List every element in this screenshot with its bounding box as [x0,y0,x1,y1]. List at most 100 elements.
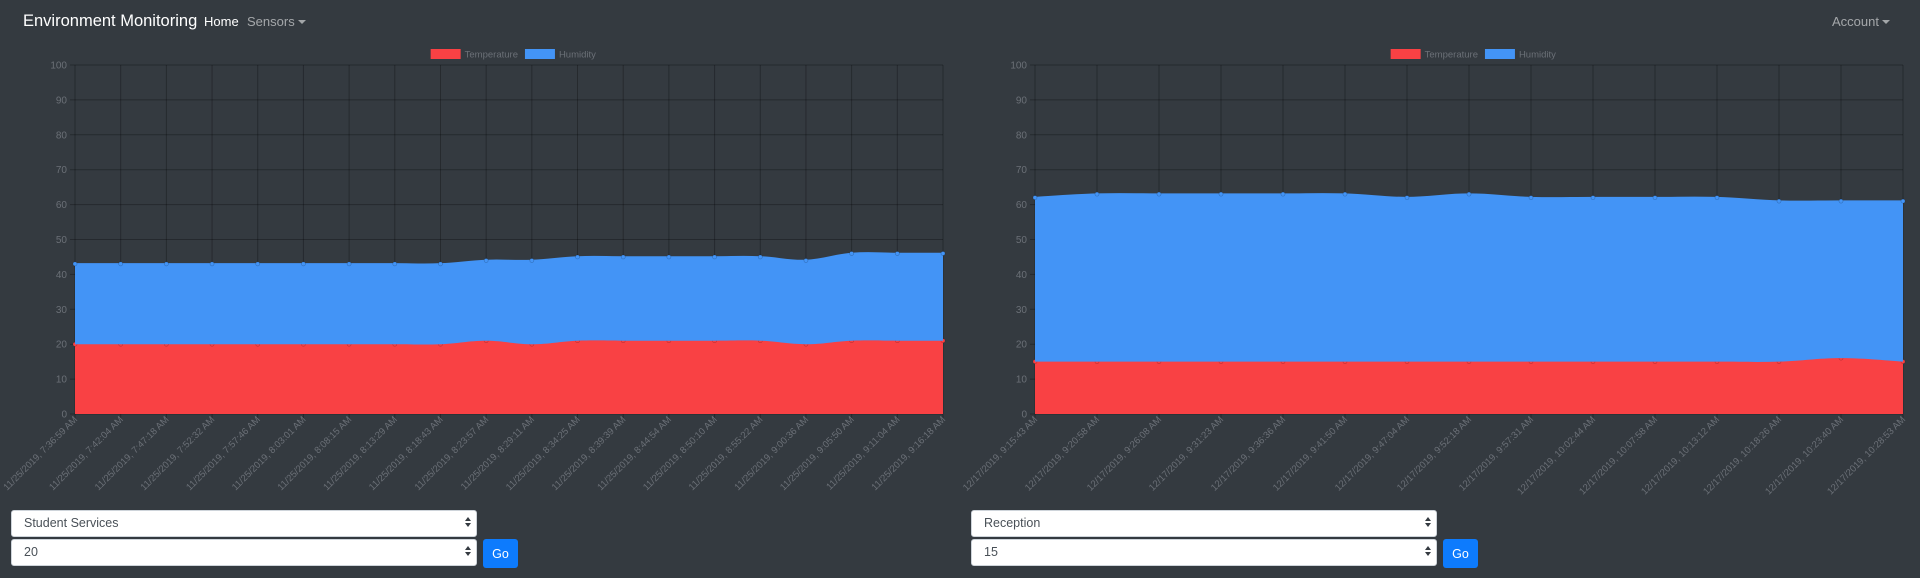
y-tick-label: 100 [1010,61,1027,72]
nav-sensors-dropdown[interactable]: Sensors [247,14,306,29]
data-point-humidity [1342,191,1348,197]
controls-left: Student Services 20 Go [11,510,571,574]
y-tick-label: 50 [1016,235,1028,246]
count-select[interactable]: 15 [971,539,1437,566]
x-tick-label: 11/25/2019, 7:57:46 AM [184,414,263,493]
data-point-humidity [803,258,809,263]
x-tick-label: 11/25/2019, 8:18:43 AM [367,414,446,493]
data-point-humidity [438,261,443,267]
area-humidity [75,252,943,345]
location-select[interactable]: Student Services [11,510,477,537]
data-point-humidity [1466,191,1472,197]
location-select-value: Reception [984,516,1041,530]
data-point-humidity [72,261,78,267]
data-point-humidity [118,261,123,267]
y-tick-label: 100 [50,61,67,72]
x-tick-label: 11/25/2019, 7:42:04 AM [47,414,126,493]
legend: Temperature Humidity [1390,49,1556,61]
y-tick-label: 70 [1016,165,1028,176]
legend-label-humidity: Humidity [1519,50,1556,61]
x-tick-label: 11/25/2019, 8:50:10 AM [641,414,720,493]
legend-swatch-temperature [1390,49,1421,59]
legend-swatch-temperature [430,49,461,59]
y-tick-label: 80 [1016,130,1028,141]
y-tick-label: 80 [56,130,68,141]
controls-right: Reception 15 Go [971,510,1531,574]
y-tick-label: 40 [56,270,68,281]
y-tick-label: 60 [56,200,68,211]
x-tick-label: 11/25/2019, 8:23:57 AM [413,414,492,493]
legend-label-temperature: Temperature [1425,50,1478,61]
data-point-humidity [301,261,306,267]
navbar: Environment Monitoring Home Sensors Acco… [0,0,1920,44]
data-point-humidity [575,254,580,260]
data-point-humidity [255,261,261,267]
legend: Temperature Humidity [430,49,596,61]
brand-title[interactable]: Environment Monitoring [23,12,197,31]
y-tick-label: 90 [1016,95,1028,106]
data-point-humidity [1776,198,1782,204]
data-point-humidity [209,261,215,267]
count-select-value: 15 [984,545,998,559]
y-tick-label: 90 [56,95,68,106]
data-point-humidity [392,261,398,267]
x-tick-label: 11/25/2019, 7:52:32 AM [139,414,218,493]
nav-account-label: Account [1832,14,1879,29]
data-point-humidity [940,251,946,256]
y-tick-label: 20 [1016,340,1028,351]
y-tick-label: 10 [1016,375,1028,386]
area-temperature [1035,358,1903,414]
x-tick-label: 11/25/2019, 9:05:50 AM [778,414,857,493]
data-point-humidity [712,254,717,260]
go-button[interactable]: Go [483,539,518,568]
data-point-humidity [620,254,626,260]
x-tick-label: 11/25/2019, 7:47:18 AM [93,414,172,493]
nav-account-dropdown[interactable]: Account [1832,14,1890,29]
x-tick-label: 11/25/2019, 8:55:22 AM [687,414,766,493]
data-point-humidity [895,251,900,256]
x-tick-label: 11/25/2019, 9:16:18 AM [869,414,948,493]
legend-swatch-humidity [1484,49,1515,59]
y-tick-label: 30 [1016,305,1028,316]
y-tick-label: 20 [56,340,68,351]
data-point-humidity [1714,195,1720,200]
location-select[interactable]: Reception [971,510,1437,537]
location-select-value: Student Services [24,516,119,530]
legend-swatch-humidity [524,49,555,59]
data-point-humidity [529,258,535,263]
data-point-humidity [1900,198,1906,204]
data-point-humidity [849,251,854,256]
go-button[interactable]: Go [1443,539,1478,568]
nav-home-link[interactable]: Home [204,14,239,29]
data-point-humidity [1404,195,1410,200]
x-tick-label: 11/25/2019, 8:03:01 AM [230,414,309,493]
chevron-down-icon [1882,20,1890,24]
data-point-humidity [1528,195,1534,200]
x-tick-label: 11/25/2019, 8:44:54 AM [595,414,674,493]
nav-sensors-label: Sensors [247,14,295,29]
data-point-humidity [1218,191,1224,197]
data-point-humidity [1032,195,1038,200]
chart-left: 0 10 20 30 40 50 60 70 80 90 100 Temperature Humidit… [0,44,960,500]
legend-label-temperature: Temperature [465,50,518,61]
data-point-humidity [1156,191,1162,197]
y-tick-label: 10 [56,375,68,386]
chart-svg: 0102030405060708090100Temperature Humidit… [961,49,1908,497]
legend-label-humidity: Humidity [559,50,596,61]
x-tick-label: 11/25/2019, 8:08:15 AM [276,414,355,493]
x-tick-label: 11/25/2019, 8:34:25 AM [504,414,583,493]
x-tick-label: 11/25/2019, 9:00:36 AM [732,414,811,493]
data-point-humidity [1280,191,1286,197]
y-tick-label: 70 [56,165,68,176]
y-tick-label: 50 [56,235,68,246]
area-humidity [1035,193,1903,362]
count-select[interactable]: 20 [11,539,477,566]
data-point-humidity [757,254,763,260]
data-point-humidity [346,261,352,267]
data-point-humidity [1590,195,1596,200]
x-tick-label: 11/25/2019, 8:13:29 AM [321,414,400,493]
y-tick-label: 30 [56,305,68,316]
data-point-humidity [483,258,489,263]
chart-svg: 0102030405060708090100Temperature Humidit… [1,49,948,493]
y-tick-label: 40 [1016,270,1028,281]
